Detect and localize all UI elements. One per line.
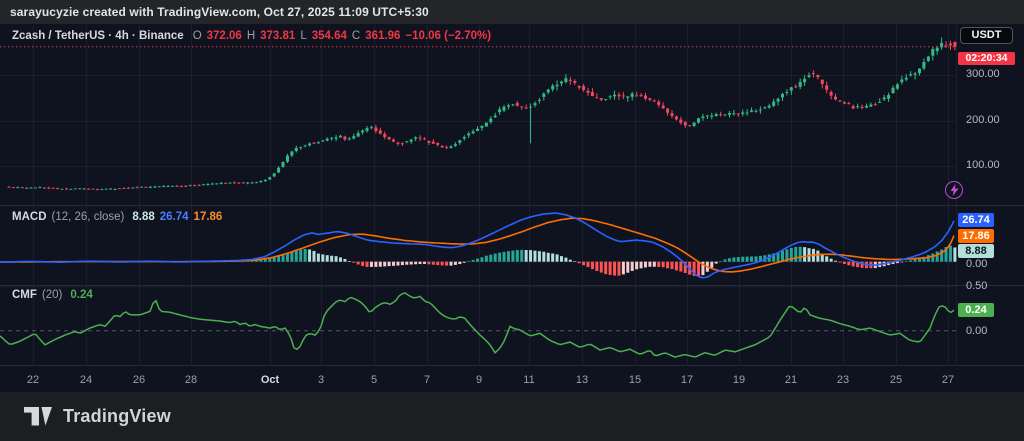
time-tick-label: 13	[576, 374, 588, 386]
cmf-value-badge: 0.24	[958, 303, 994, 317]
tradingview-brand-text: TradingView	[63, 406, 171, 427]
time-tick-label: 23	[837, 374, 849, 386]
time-tick-label: 25	[890, 374, 902, 386]
time-tick-label: 22	[27, 374, 39, 386]
change-value: −10.06 (−2.70%)	[405, 30, 491, 42]
time-tick-label: 5	[371, 374, 377, 386]
low-label: L	[300, 30, 306, 42]
time-tick-label: 19	[733, 374, 745, 386]
cmf-value: 0.24	[70, 289, 92, 301]
open-label: O	[193, 30, 202, 42]
footer-bar: TradingView	[0, 392, 1024, 441]
macd-params: (12, 26, close)	[52, 211, 125, 223]
high-value: 373.81	[260, 30, 295, 42]
low-value: 354.64	[312, 30, 347, 42]
time-tick-label: 3	[318, 374, 324, 386]
cmf-params: (20)	[42, 289, 62, 301]
macd-signal-value: 17.86	[194, 211, 223, 223]
signal-value-badge: 17.86	[958, 229, 994, 243]
close-label: C	[352, 30, 360, 42]
symbol-title[interactable]: Zcash / TetherUS · 4h · Binance	[12, 30, 184, 42]
hist-value-badge: 8.88	[958, 244, 994, 258]
macd-legend: MACD (12, 26, close) 8.88 26.74 17.86	[12, 211, 222, 223]
close-value: 361.96	[365, 30, 400, 42]
time-tick-label: 11	[523, 374, 534, 386]
cmf-upper-label: 0.50	[966, 280, 987, 292]
cmf-zero-label: 0.00	[966, 325, 987, 337]
time-tick-label: 17	[681, 374, 693, 386]
time-tick-label: 24	[80, 374, 92, 386]
open-value: 372.06	[207, 30, 242, 42]
flash-icon[interactable]	[945, 181, 963, 199]
macd-signal-line	[0, 218, 954, 272]
time-tick-label: 26	[133, 374, 145, 386]
cmf-name[interactable]: CMF	[12, 289, 37, 301]
cmf-pane	[0, 293, 956, 357]
candlestick-series[interactable]	[8, 38, 957, 191]
time-tick-label: 28	[185, 374, 197, 386]
tradingview-snapshot: sarayucyzie created with TradingView.com…	[0, 0, 1024, 441]
time-tick-label: 15	[629, 374, 641, 386]
symbol-legend: Zcash / TetherUS · 4h · Binance O372.06 …	[12, 30, 491, 42]
price-tick-100: 100.00	[966, 159, 1000, 171]
pane-separators	[0, 25, 1024, 366]
time-tick-label: 7	[424, 374, 430, 386]
time-tick-label: 21	[785, 374, 797, 386]
price-tick-200: 200.00	[966, 114, 1000, 126]
price-tick-300: 300.00	[966, 68, 1000, 80]
bar-countdown-badge: 02:20:34	[958, 52, 1015, 65]
macd-hist-value: 8.88	[132, 211, 154, 223]
macd-zero-label: 0.00	[966, 258, 987, 270]
time-axis: 22 24 26 28 Oct 3 5 7 9 11 13 15 17 19 21 23 25 27	[27, 374, 954, 386]
cmf-legend: CMF (20) 0.24	[12, 289, 93, 301]
tradingview-logo-icon	[24, 407, 54, 426]
time-tick-label: 27	[942, 374, 954, 386]
time-tick-label: 9	[476, 374, 482, 386]
macd-line-value: 26.74	[160, 211, 189, 223]
macd-value-badge: 26.74	[958, 213, 994, 227]
currency-toggle-button[interactable]: USDT	[960, 27, 1013, 44]
time-tick-label: Oct	[261, 374, 280, 386]
macd-name[interactable]: MACD	[12, 211, 47, 223]
high-label: H	[247, 30, 255, 42]
